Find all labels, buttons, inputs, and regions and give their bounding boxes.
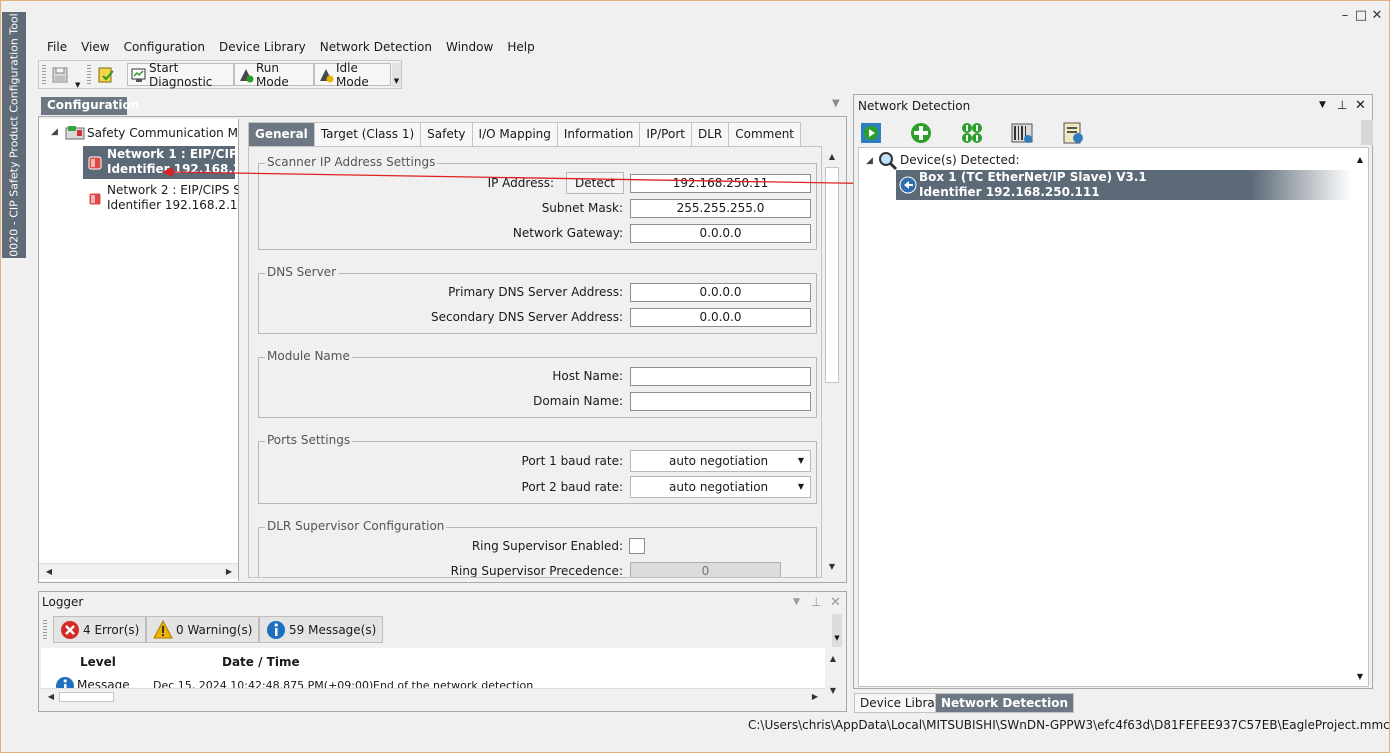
messages-count: 59 Message(s) <box>289 622 377 637</box>
logger-grid: Level Date / Time Message Dec 15, 2024 1… <box>41 648 825 704</box>
close-icon[interactable]: ✕ <box>830 595 841 610</box>
error-icon <box>60 620 80 640</box>
logger-toolbar-grip[interactable] <box>43 620 47 640</box>
add-device-icon[interactable] <box>910 122 932 144</box>
tree-collapse-icon[interactable]: ◢ <box>866 156 873 166</box>
detected-devices-tree: ◢ Device(s) Detected: ▲ ▼ <box>858 147 1369 687</box>
close-icon[interactable]: ✕ <box>1355 98 1366 113</box>
project-path: C:\Users\chris\AppData\Local\MITSUBISHI\… <box>748 718 1390 732</box>
pin-icon[interactable]: ⊥ <box>1337 98 1347 112</box>
scroll-up-arrow[interactable]: ▲ <box>825 651 841 667</box>
detected-device-box-1[interactable]: Box 1 (TC EtherNet/IP Slave) V3.1 Identi… <box>896 170 1351 200</box>
warning-icon <box>153 619 173 640</box>
logger-toolbar-overflow[interactable]: ▼ <box>832 614 842 647</box>
panel-dropdown-icon[interactable]: ▼ <box>793 597 800 607</box>
logger-horizontal-scrollbar[interactable]: ◀ ▶ <box>41 688 825 704</box>
column-header-datetime[interactable]: Date / Time <box>222 655 300 669</box>
errors-filter-button[interactable]: 4 Error(s) <box>53 616 147 643</box>
scroll-down-arrow[interactable]: ▼ <box>1352 669 1368 685</box>
logger-title: Logger <box>42 595 84 609</box>
network-detection-toolbar <box>858 120 1373 145</box>
detected-device-line2: Identifier 192.168.250.111 <box>919 185 1100 199</box>
scroll-up-arrow[interactable]: ▲ <box>1352 152 1368 168</box>
column-header-level[interactable]: Level <box>80 655 116 669</box>
pin-icon[interactable]: ⊥ <box>811 595 821 609</box>
start-detection-icon[interactable] <box>860 122 882 144</box>
tab-network-detection[interactable]: Network Detection <box>935 693 1075 713</box>
warnings-count: 0 Warning(s) <box>176 622 253 637</box>
panel-dropdown-icon[interactable]: ▼ <box>1319 100 1326 110</box>
scroll-down-arrow[interactable]: ▼ <box>825 683 841 699</box>
add-all-devices-icon[interactable] <box>961 122 983 144</box>
devices-detected-label[interactable]: Device(s) Detected: <box>900 153 1020 167</box>
logger-scroll-thumb[interactable] <box>59 692 114 702</box>
nd-toolbar-scrollbar[interactable] <box>1361 120 1373 145</box>
scroll-right-arrow[interactable]: ▶ <box>807 689 823 704</box>
logger-vertical-scrollbar[interactable]: ▲ ▼ <box>825 650 841 700</box>
status-bar: C:\Users\chris\AppData\Local\MITSUBISHI\… <box>748 718 1390 736</box>
device-properties-icon[interactable] <box>1062 122 1084 144</box>
errors-count: 4 Error(s) <box>83 622 140 637</box>
device-barcode-icon[interactable] <box>1011 122 1033 144</box>
scroll-left-arrow[interactable]: ◀ <box>43 689 59 704</box>
device-icon <box>899 176 917 194</box>
magnifier-icon <box>878 151 898 171</box>
detected-device-line1: Box 1 (TC EtherNet/IP Slave) V3.1 <box>919 170 1147 184</box>
network-detection-title: Network Detection <box>858 99 971 113</box>
messages-filter-button[interactable]: 59 Message(s) <box>259 616 384 643</box>
info-icon <box>266 620 286 640</box>
warnings-filter-button[interactable]: 0 Warning(s) <box>146 616 260 643</box>
